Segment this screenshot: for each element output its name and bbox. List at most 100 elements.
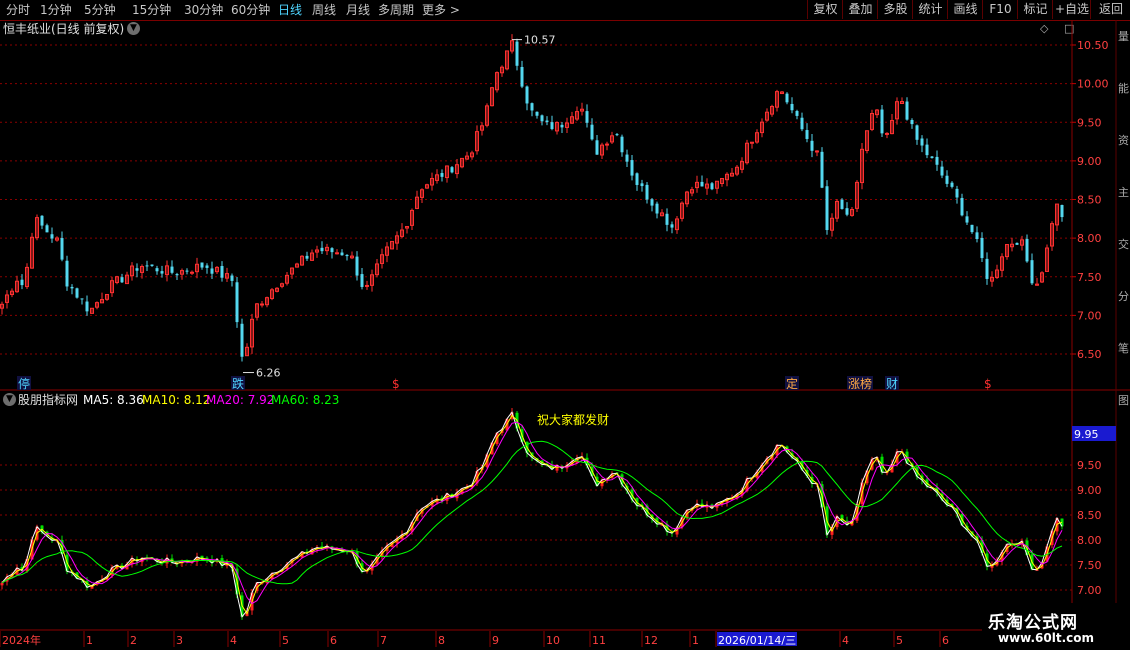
side-tab-5[interactable]: 分 [1118, 290, 1130, 304]
event-marker-6: $ [984, 377, 992, 391]
ind-label-0: 9.50 [1077, 459, 1102, 472]
candle-body [840, 199, 844, 209]
date-label-8: 8 [438, 634, 445, 647]
candle-body [625, 154, 629, 162]
price-label-5: 8.00 [1077, 232, 1102, 245]
ma20-value: MA20: 7.92 [206, 393, 275, 407]
candle-body [800, 117, 804, 130]
date-label-4: 4 [230, 634, 237, 647]
candle-body [955, 188, 959, 198]
event-marker-2: $ [392, 377, 400, 391]
candle-body [230, 275, 234, 281]
candle-body [975, 232, 979, 240]
price-label-6: 7.50 [1077, 271, 1102, 284]
candle-body [145, 265, 149, 267]
date-label-10: 10 [546, 634, 560, 647]
indicator-dropdown-icon[interactable]: ▼ [3, 393, 16, 406]
candle-body [700, 181, 704, 187]
ind-label-4: 7.50 [1077, 559, 1102, 572]
candle-body [75, 288, 79, 298]
price-label-3: 9.00 [1077, 155, 1102, 168]
candle-body [620, 136, 624, 153]
watermark-title: 乐淘公式网 [988, 613, 1078, 633]
date-label-0: 2024年 [2, 633, 41, 647]
side-tab-6[interactable]: 笔 [1118, 342, 1130, 356]
ma10-value: MA10: 8.12 [142, 393, 211, 407]
high-price-label: 10.57 [524, 34, 556, 47]
side-tab-4[interactable]: 交 [1118, 238, 1130, 252]
date-label-11: 11 [592, 634, 606, 647]
date-label-17: 6 [942, 634, 949, 647]
candle-body [330, 248, 334, 253]
candle-body [320, 247, 324, 252]
candle-body [530, 103, 534, 111]
date-label-14: 2026/01/14/三 [718, 634, 796, 647]
candle-body [65, 260, 69, 287]
candle-body [170, 266, 174, 273]
low-price-label: 6.26 [256, 367, 281, 380]
candle-body [920, 138, 924, 146]
date-label-9: 9 [492, 634, 499, 647]
candle-body [450, 167, 454, 173]
candle-body [925, 144, 929, 156]
candle-body [960, 197, 964, 216]
candle-body [885, 132, 889, 135]
candle-body [210, 268, 214, 274]
candlestick-chart: 10.50 10.00 9.50 9.00 8.50 8.00 7.50 7.00 6.50 9.… [0, 20, 1130, 647]
candle-body [345, 254, 349, 257]
candle-body [235, 282, 239, 323]
side-tab-7[interactable]: 图 [1118, 394, 1130, 408]
candle-body [355, 256, 359, 276]
side-tab-3[interactable]: 主 [1118, 186, 1130, 200]
candle-body [305, 255, 309, 259]
date-label-2: 2 [130, 634, 137, 647]
candle-body [790, 103, 794, 111]
ind-label-3: 8.00 [1077, 534, 1102, 547]
candle-body [595, 140, 599, 155]
candle-body [905, 101, 909, 120]
date-label-7: 7 [380, 634, 387, 647]
candle-body [80, 298, 84, 300]
candle-body [970, 224, 974, 233]
side-tab-0[interactable]: 量 [1118, 30, 1130, 44]
date-label-13: 1 [692, 634, 699, 647]
side-tab-2[interactable]: 资 [1118, 134, 1130, 148]
candle-body [335, 252, 339, 255]
candle-body [845, 208, 849, 215]
candle-body [60, 238, 64, 260]
candle-body [980, 237, 984, 259]
candle-body [640, 183, 644, 187]
ind-label-5: 7.00 [1077, 584, 1102, 597]
candle-body [1060, 204, 1064, 218]
ma60-value: MA60: 8.23 [271, 393, 340, 407]
candle-body [560, 124, 564, 128]
candle-body [50, 234, 54, 239]
candle-body [20, 279, 24, 286]
candle-body [820, 151, 824, 188]
candle-body [150, 264, 154, 266]
candle-body [815, 150, 819, 153]
candle-body [645, 184, 649, 200]
candle-body [1025, 238, 1029, 262]
indicator-annotation: 祝大家都发财 [537, 412, 609, 427]
current-value-label: 9.95 [1074, 428, 1099, 441]
candle-body [585, 111, 589, 123]
candle-body [930, 156, 934, 158]
candle-body [1030, 260, 1034, 284]
candle-body [985, 258, 989, 279]
price-label-7: 7.00 [1077, 309, 1102, 322]
indicator-name: 股朋指标网 [18, 393, 79, 407]
candle-body [635, 173, 639, 185]
candle-body [240, 323, 244, 357]
ind-label-2: 8.50 [1077, 509, 1102, 522]
candle-body [85, 301, 89, 312]
ind-candle-body [0, 582, 4, 586]
candle-body [1015, 242, 1019, 245]
candle-body [945, 175, 949, 184]
candle-body [950, 182, 954, 187]
side-tab-1[interactable]: 能 [1118, 82, 1130, 96]
event-marker-5: 财 [886, 377, 898, 391]
candle-body [630, 160, 634, 176]
candle-body [785, 93, 789, 103]
candle-body [360, 274, 364, 287]
